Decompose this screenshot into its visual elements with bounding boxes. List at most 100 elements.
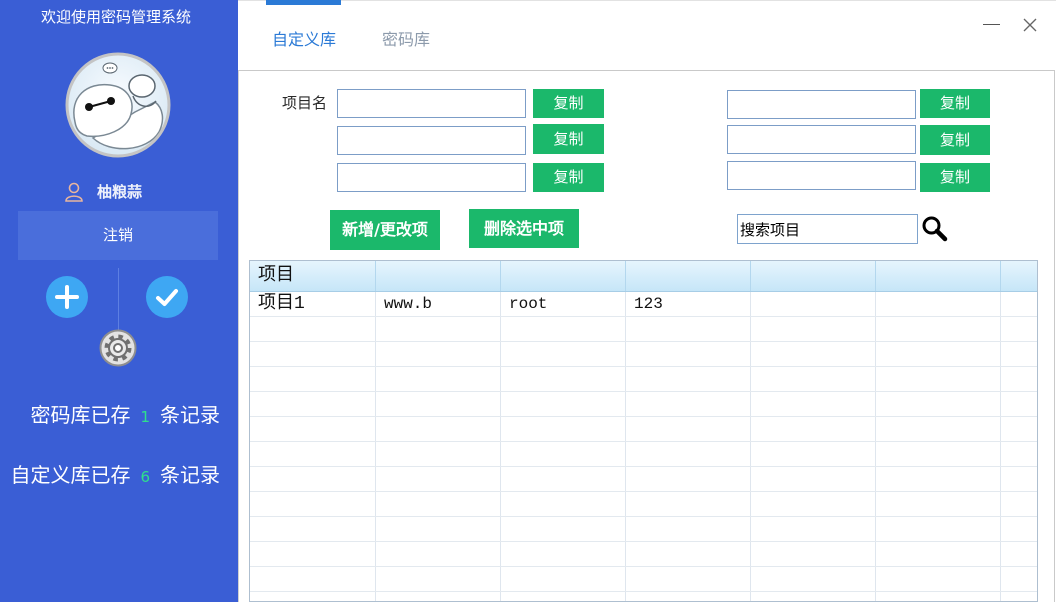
column-header[interactable] xyxy=(376,261,501,291)
delete-selected-button[interactable]: 删除选中项 xyxy=(469,209,579,248)
table-row-empty[interactable] xyxy=(250,417,1037,442)
table-cell xyxy=(250,342,376,366)
copy-button-left-3[interactable]: 复制 xyxy=(533,163,604,192)
table-cell xyxy=(876,517,1001,541)
table-row[interactable]: 项目1 www.b root 123 xyxy=(250,292,1037,317)
table-cell xyxy=(376,592,501,601)
add-update-button[interactable]: 新增/更改项 xyxy=(330,210,440,250)
table-cell xyxy=(876,417,1001,441)
table-cell xyxy=(501,442,626,466)
table-header-row: 项目 xyxy=(250,261,1037,292)
table-cell xyxy=(250,592,376,601)
field-left-3[interactable] xyxy=(337,163,526,192)
username: 柚粮蒜 xyxy=(97,183,143,201)
field-right-2[interactable] xyxy=(727,125,916,154)
table-cell xyxy=(376,542,501,566)
table-cell xyxy=(501,592,626,601)
table-row-empty[interactable] xyxy=(250,592,1037,601)
copy-button-right-1[interactable]: 复制 xyxy=(920,89,990,118)
confirm-button[interactable] xyxy=(146,276,188,318)
table-cell xyxy=(876,342,1001,366)
table-cell xyxy=(751,517,876,541)
table-cell xyxy=(501,567,626,591)
icon-divider xyxy=(118,268,119,330)
column-header[interactable] xyxy=(751,261,876,291)
item-name-label: 项目名 xyxy=(282,94,328,112)
tab-custom-library[interactable]: 自定义库 xyxy=(272,30,336,50)
column-header[interactable] xyxy=(876,261,1001,291)
field-right-1[interactable] xyxy=(727,90,916,119)
table-cell xyxy=(626,417,751,441)
field-left-2[interactable] xyxy=(337,126,526,155)
table-cell xyxy=(1001,492,1037,516)
table-cell xyxy=(876,392,1001,416)
table-cell xyxy=(376,317,501,341)
plus-icon xyxy=(55,285,79,309)
close-icon[interactable] xyxy=(1023,17,1037,32)
column-header[interactable] xyxy=(626,261,751,291)
table-row-empty[interactable] xyxy=(250,392,1037,417)
copy-button-left-2[interactable]: 复制 xyxy=(533,124,604,154)
table-row-empty[interactable] xyxy=(250,517,1037,542)
tab-password-library[interactable]: 密码库 xyxy=(382,30,430,50)
table-cell xyxy=(876,367,1001,391)
table-cell xyxy=(250,392,376,416)
table-cell xyxy=(501,317,626,341)
table-cell xyxy=(626,592,751,601)
add-button[interactable] xyxy=(46,276,88,318)
table-cell xyxy=(501,467,626,491)
table-cell xyxy=(250,367,376,391)
table-cell xyxy=(250,442,376,466)
table-cell xyxy=(751,467,876,491)
table-cell xyxy=(626,342,751,366)
table-row-empty[interactable] xyxy=(250,317,1037,342)
table-row-empty[interactable] xyxy=(250,467,1037,492)
table-row-empty[interactable] xyxy=(250,542,1037,567)
column-header[interactable] xyxy=(1001,261,1037,291)
copy-button-right-3[interactable]: 复制 xyxy=(920,163,990,192)
search-input[interactable] xyxy=(737,214,918,244)
copy-button-right-2[interactable]: 复制 xyxy=(920,125,990,155)
column-header-item[interactable]: 项目 xyxy=(250,261,376,291)
welcome-title: 欢迎使用密码管理系统 xyxy=(40,8,191,26)
search-icon[interactable] xyxy=(921,215,948,242)
table-cell xyxy=(250,567,376,591)
table-cell xyxy=(250,492,376,516)
table-cell xyxy=(876,442,1001,466)
items-table: 项目 项目1 www.b root 123 xyxy=(249,260,1038,602)
table-cell xyxy=(376,492,501,516)
column-header[interactable] xyxy=(501,261,626,291)
table-cell xyxy=(376,417,501,441)
minimize-icon[interactable] xyxy=(983,24,1000,25)
table-cell xyxy=(876,492,1001,516)
table-row-empty[interactable] xyxy=(250,367,1037,392)
sidebar: 欢迎使用密码管理系统 柚粮蒜 注销 密码库已存 1 条记录 自定义库已存 6 条… xyxy=(0,0,238,602)
table-cell xyxy=(376,517,501,541)
table-cell xyxy=(626,442,751,466)
table-row-empty[interactable] xyxy=(250,342,1037,367)
table-cell xyxy=(751,417,876,441)
field-right-3[interactable] xyxy=(727,161,916,190)
table-row-empty[interactable] xyxy=(250,492,1037,517)
table-cell xyxy=(876,567,1001,591)
baymax-avatar[interactable] xyxy=(65,52,171,158)
settings-button[interactable] xyxy=(99,329,137,367)
table-cell xyxy=(751,542,876,566)
stat-suffix: 条记录 xyxy=(160,403,220,427)
table-cell xyxy=(376,367,501,391)
table-cell xyxy=(751,592,876,601)
copy-button-left-1[interactable]: 复制 xyxy=(533,89,604,118)
table-cell xyxy=(626,492,751,516)
stat-count: 1 xyxy=(140,408,150,426)
field-left-1[interactable] xyxy=(337,89,526,118)
table-cell xyxy=(1001,342,1037,366)
logout-button[interactable]: 注销 xyxy=(18,211,218,260)
table-row-empty[interactable] xyxy=(250,567,1037,592)
table-cell xyxy=(1001,392,1037,416)
table-row-empty[interactable] xyxy=(250,442,1037,467)
table-cell xyxy=(501,342,626,366)
table-cell xyxy=(501,492,626,516)
table-cell xyxy=(626,567,751,591)
stat-prefix: 密码库已存 xyxy=(30,403,131,427)
table-cell xyxy=(626,317,751,341)
